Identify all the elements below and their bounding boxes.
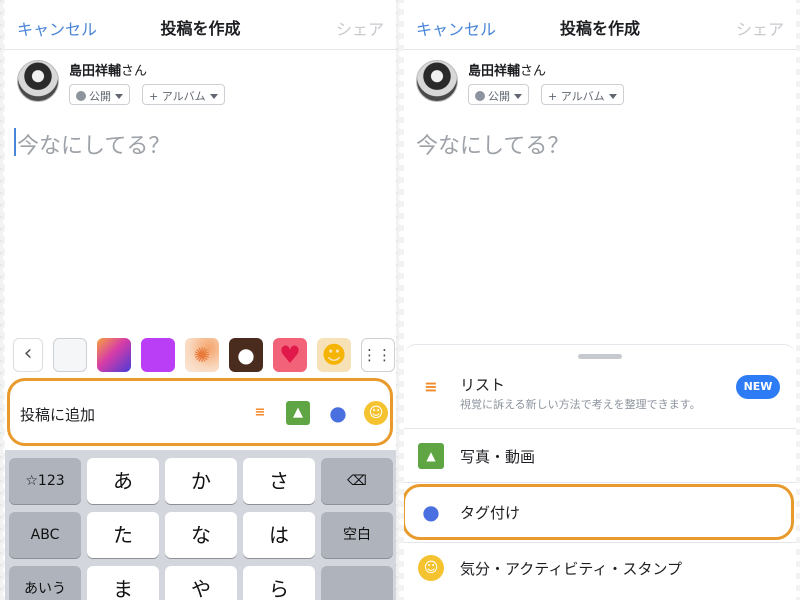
divider [404, 482, 796, 483]
composer-input[interactable]: 今なにしてる？ [17, 128, 170, 160]
key[interactable]: た [87, 512, 159, 558]
key[interactable]: あ [87, 458, 159, 504]
key[interactable]: あいう [9, 566, 81, 600]
globe-icon [76, 91, 86, 101]
right-screen: キャンセル 投稿を作成 シェア 島田祥輔さん 公開 + アルバム 今なにしてる？… [404, 0, 796, 600]
avatar [416, 60, 458, 102]
sheet-item-tag[interactable]: ● タグ付け [404, 486, 796, 538]
avatar [17, 60, 59, 102]
caret-down-icon [115, 94, 123, 99]
sheet-item-photo[interactable]: ▲ 写真・動画 [404, 430, 796, 482]
key[interactable]: ABC [9, 512, 81, 558]
user-name: 島田祥輔さん [468, 60, 546, 79]
sheet-item-subtitle: 視覚に訴える新しい方法で考えを整理できます。 [460, 398, 701, 411]
swatch-purple[interactable] [141, 338, 175, 372]
privacy-label: 公開 [89, 90, 111, 103]
header: キャンセル 投稿を作成 シェア [404, 0, 796, 50]
key[interactable]: さ [243, 458, 315, 504]
key[interactable]: か [165, 458, 237, 504]
album-dropdown[interactable]: + アルバム [541, 84, 624, 105]
sheet-item-title: 写真・動画 [460, 448, 536, 466]
add-to-post-label: 投稿に追加 [20, 406, 96, 424]
key[interactable]: は [243, 512, 315, 558]
sheet-item-list[interactable]: ≡ リスト 視覚に訴える新しい方法で考えを整理できます。 NEW [404, 366, 796, 428]
privacy-dropdown[interactable]: 公開 [69, 84, 130, 105]
divider [404, 542, 796, 543]
share-button[interactable]: シェア [736, 16, 784, 40]
key[interactable]: ら [243, 566, 315, 600]
caret-down-icon [514, 94, 522, 99]
divider [404, 428, 796, 429]
sheet-item-title: 気分・アクティビティ・スタンプ [460, 560, 683, 578]
sheet-item-title: リスト [460, 376, 506, 394]
caret-down-icon [209, 94, 218, 99]
list-icon: ≡ [424, 377, 438, 396]
new-badge: NEW [736, 375, 780, 399]
backspace-key[interactable]: ⌫ [321, 458, 393, 504]
privacy-dropdown[interactable]: 公開 [468, 84, 529, 105]
sheet-grabber[interactable] [578, 354, 622, 359]
left-screen: キャンセル 投稿を作成 シェア 島田祥輔さん 公開 + アルバム 今なにしてる？… [5, 0, 396, 600]
swatch-emoji[interactable]: ☻ [317, 338, 351, 372]
share-button[interactable]: シェア [336, 16, 384, 40]
key[interactable] [321, 566, 393, 600]
swatch-poo[interactable]: ● [229, 338, 263, 372]
globe-icon [475, 91, 485, 101]
header: キャンセル 投稿を作成 シェア [5, 0, 396, 50]
photo-icon[interactable]: ▲ [286, 401, 310, 425]
swatch-grid-button[interactable]: ⋮⋮⋮ [361, 338, 396, 372]
swatch-leaf[interactable]: ✺ [185, 338, 219, 372]
space-key[interactable]: 空白 [321, 512, 393, 558]
privacy-label: 公開 [488, 90, 510, 103]
tag-person-icon: ● [422, 500, 440, 524]
album-dropdown[interactable]: + アルバム [142, 84, 225, 105]
photo-icon: ▲ [418, 443, 444, 469]
mood-icon[interactable]: ☺ [364, 401, 388, 425]
key[interactable]: ☆123 [9, 458, 81, 504]
album-label: + アルバム [548, 90, 605, 103]
swatch-gradient[interactable] [97, 338, 131, 372]
album-label: + アルバム [149, 90, 206, 103]
user-name-suffix: さん [520, 64, 547, 79]
key[interactable]: ま [87, 566, 159, 600]
keyboard: ☆123 あ か さ ⌫ ABC た な は 空白 あいう ま や ら [5, 450, 396, 600]
text-cursor [14, 128, 16, 156]
caret-down-icon [608, 94, 617, 99]
swatch-back-button[interactable]: ‹ [13, 338, 43, 372]
list-icon[interactable]: ≡ [248, 401, 272, 425]
user-name-text: 島田祥輔 [468, 64, 521, 79]
add-to-post-bar[interactable]: 投稿に追加 ≡ ▲ ● ☺ [7, 378, 393, 446]
background-swatches: ‹ ✺ ● ♥ ☻ ⋮⋮⋮ [11, 338, 396, 374]
user-name-text: 島田祥輔 [69, 64, 122, 79]
sheet-item-mood[interactable]: ☺ 気分・アクティビティ・スタンプ [404, 544, 796, 596]
composer-input[interactable]: 今なにしてる？ [416, 128, 569, 160]
user-name-suffix: さん [121, 64, 148, 79]
sheet-item-title: タグ付け [460, 504, 521, 522]
swatch-plain[interactable] [53, 338, 87, 372]
tag-person-icon[interactable]: ● [326, 401, 350, 425]
key[interactable]: な [165, 512, 237, 558]
mood-icon: ☺ [418, 555, 444, 581]
user-name: 島田祥輔さん [69, 60, 147, 79]
swatch-heart[interactable]: ♥ [273, 338, 307, 372]
key[interactable]: や [165, 566, 237, 600]
